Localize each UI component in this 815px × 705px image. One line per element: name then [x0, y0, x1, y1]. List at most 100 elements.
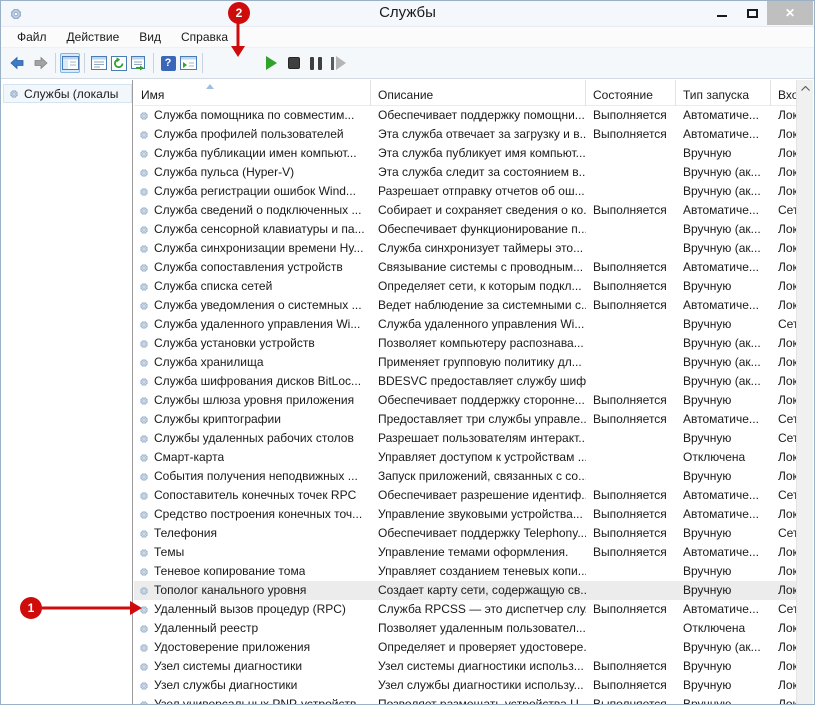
back-button[interactable] [7, 53, 27, 73]
service-gear-icon [138, 300, 150, 312]
show-console-tree-button[interactable] [60, 53, 80, 73]
service-logon: Лок [771, 106, 796, 125]
service-row[interactable]: Служба синхронизации времени Hy... Служб… [134, 239, 796, 258]
column-header-description[interactable]: Описание [371, 80, 586, 106]
annotation-step-2-arrow [231, 23, 245, 57]
tree-item-services-local[interactable]: Службы (локалы [3, 84, 132, 103]
refresh-button[interactable] [109, 53, 129, 73]
service-row[interactable]: Узел системы диагностики Узел системы ди… [134, 657, 796, 676]
close-button[interactable]: ✕ [767, 1, 813, 25]
service-row[interactable]: Теневое копирование тома Управляет созда… [134, 562, 796, 581]
service-startup-type: Автоматиче... [676, 486, 771, 505]
service-row[interactable]: Службы шлюза уровня приложения Обеспечив… [134, 391, 796, 410]
column-header-startup-type[interactable]: Тип запуска [676, 80, 771, 106]
column-header-status[interactable]: Состояние [586, 80, 676, 106]
service-row[interactable]: Служба хранилища Применяет групповую пол… [134, 353, 796, 372]
vertical-scrollbar[interactable] [796, 80, 813, 704]
service-row[interactable]: Служба списка сетей Определяет сети, к к… [134, 277, 796, 296]
service-row[interactable]: Смарт-карта Управляет доступом к устройс… [134, 448, 796, 467]
services-node-icon [8, 88, 20, 100]
service-row[interactable]: Служба пульса (Hyper-V) Эта служба следи… [134, 163, 796, 182]
service-name: Служба шифрования дисков BitLoc... [154, 372, 361, 391]
service-row[interactable]: Служба профилей пользователей Эта служба… [134, 125, 796, 144]
service-startup-type: Вручную [676, 562, 771, 581]
toolbar-separator [84, 53, 85, 73]
service-description: Определяет и проверяет удостовере... [371, 638, 586, 657]
service-gear-icon [138, 699, 150, 705]
service-row[interactable]: Служба сопоставления устройств Связывани… [134, 258, 796, 277]
menu-file[interactable]: Файл [17, 30, 47, 44]
service-status [586, 581, 676, 600]
pause-service-button[interactable] [306, 53, 326, 73]
start-service-button[interactable] [261, 53, 281, 73]
service-status [586, 334, 676, 353]
service-row[interactable]: Служба помощника по совместим... Обеспеч… [134, 106, 796, 125]
column-header-logon[interactable]: Вхо [771, 80, 798, 106]
column-header-name[interactable]: Имя [134, 80, 371, 106]
service-row[interactable]: Удаленный реестр Позволяет удаленным пол… [134, 619, 796, 638]
scroll-up-button[interactable] [797, 80, 813, 96]
service-row[interactable]: Служба уведомления о системных ... Ведет… [134, 296, 796, 315]
service-row[interactable]: Служба сенсорной клавиатуры и па... Обес… [134, 220, 796, 239]
service-row[interactable]: Служба регистрации ошибок Wind... Разреш… [134, 182, 796, 201]
menu-view[interactable]: Вид [139, 30, 161, 44]
service-status: Выполняется [586, 201, 676, 220]
service-row[interactable]: События получения неподвижных ... Запуск… [134, 467, 796, 486]
service-row[interactable]: Средство построения конечных точ... Упра… [134, 505, 796, 524]
service-status: Выполняется [586, 543, 676, 562]
service-startup-type: Вручную [676, 315, 771, 334]
maximize-button[interactable] [737, 1, 767, 25]
service-row[interactable]: Удаленный вызов процедур (RPC) Служба RP… [134, 600, 796, 619]
service-row[interactable]: Служба удаленного управления Wi... Служб… [134, 315, 796, 334]
service-row[interactable]: Узел универсальных PNP-устройств Позволя… [134, 695, 796, 704]
menu-help[interactable]: Справка [181, 30, 228, 44]
service-row[interactable]: Сопоставитель конечных точек RPC Обеспеч… [134, 486, 796, 505]
service-logon: Лок [771, 638, 796, 657]
service-logon: Сет [771, 315, 796, 334]
back-icon [9, 55, 25, 71]
service-description: Управление темами оформления. [371, 543, 586, 562]
toolbar-separator [153, 53, 154, 73]
help-button[interactable]: ? [158, 53, 178, 73]
service-description: Обеспечивает функционирование п... [371, 220, 586, 239]
minimize-button[interactable] [707, 1, 737, 25]
service-logon: Лок [771, 258, 796, 277]
service-logon: Лок [771, 581, 796, 600]
service-gear-icon [138, 509, 150, 521]
service-row[interactable]: Службы криптографии Предоставляет три сл… [134, 410, 796, 429]
service-gear-icon [138, 395, 150, 407]
service-row[interactable]: Служба публикации имен компьют... Эта сл… [134, 144, 796, 163]
menu-bar: Файл Действие Вид Справка [1, 27, 814, 48]
service-row[interactable]: Служба сведений о подключенных ... Собир… [134, 201, 796, 220]
service-startup-type: Вручную (ак... [676, 353, 771, 372]
extended-pane-button[interactable] [178, 53, 198, 73]
toolbar-separator [202, 53, 203, 73]
service-logon: Сет [771, 201, 796, 220]
service-gear-icon [138, 205, 150, 217]
service-logon: Лок [771, 334, 796, 353]
service-row[interactable]: Темы Управление темами оформления. Выпол… [134, 543, 796, 562]
restart-service-button[interactable] [328, 53, 348, 73]
service-startup-type: Вручную (ак... [676, 220, 771, 239]
service-description: Служба синхронизует таймеры это... [371, 239, 586, 258]
service-row[interactable]: Службы удаленных рабочих столов Разрешае… [134, 429, 796, 448]
service-row[interactable]: Телефония Обеспечивает поддержку Telepho… [134, 524, 796, 543]
service-row[interactable]: Тополог канального уровня Создает карту … [134, 581, 796, 600]
service-row[interactable]: Служба установки устройств Позволяет ком… [134, 334, 796, 353]
service-gear-icon [138, 224, 150, 236]
menu-action[interactable]: Действие [67, 30, 120, 44]
window-title: Службы [1, 4, 814, 21]
service-description: Позволяет размещать устройства U... [371, 695, 586, 704]
export-list-button[interactable] [129, 53, 149, 73]
service-logon: Сет [771, 410, 796, 429]
service-row[interactable]: Узел службы диагностики Узел службы диаг… [134, 676, 796, 695]
service-description: Запуск приложений, связанных с со... [371, 467, 586, 486]
forward-button[interactable] [31, 53, 51, 73]
properties-button[interactable] [89, 53, 109, 73]
service-status: Выполняется [586, 695, 676, 704]
service-status: Выполняется [586, 296, 676, 315]
stop-service-button[interactable] [284, 53, 304, 73]
service-logon: Лок [771, 391, 796, 410]
service-row[interactable]: Служба шифрования дисков BitLoc... BDESV… [134, 372, 796, 391]
service-row[interactable]: Удостоверение приложения Определяет и пр… [134, 638, 796, 657]
